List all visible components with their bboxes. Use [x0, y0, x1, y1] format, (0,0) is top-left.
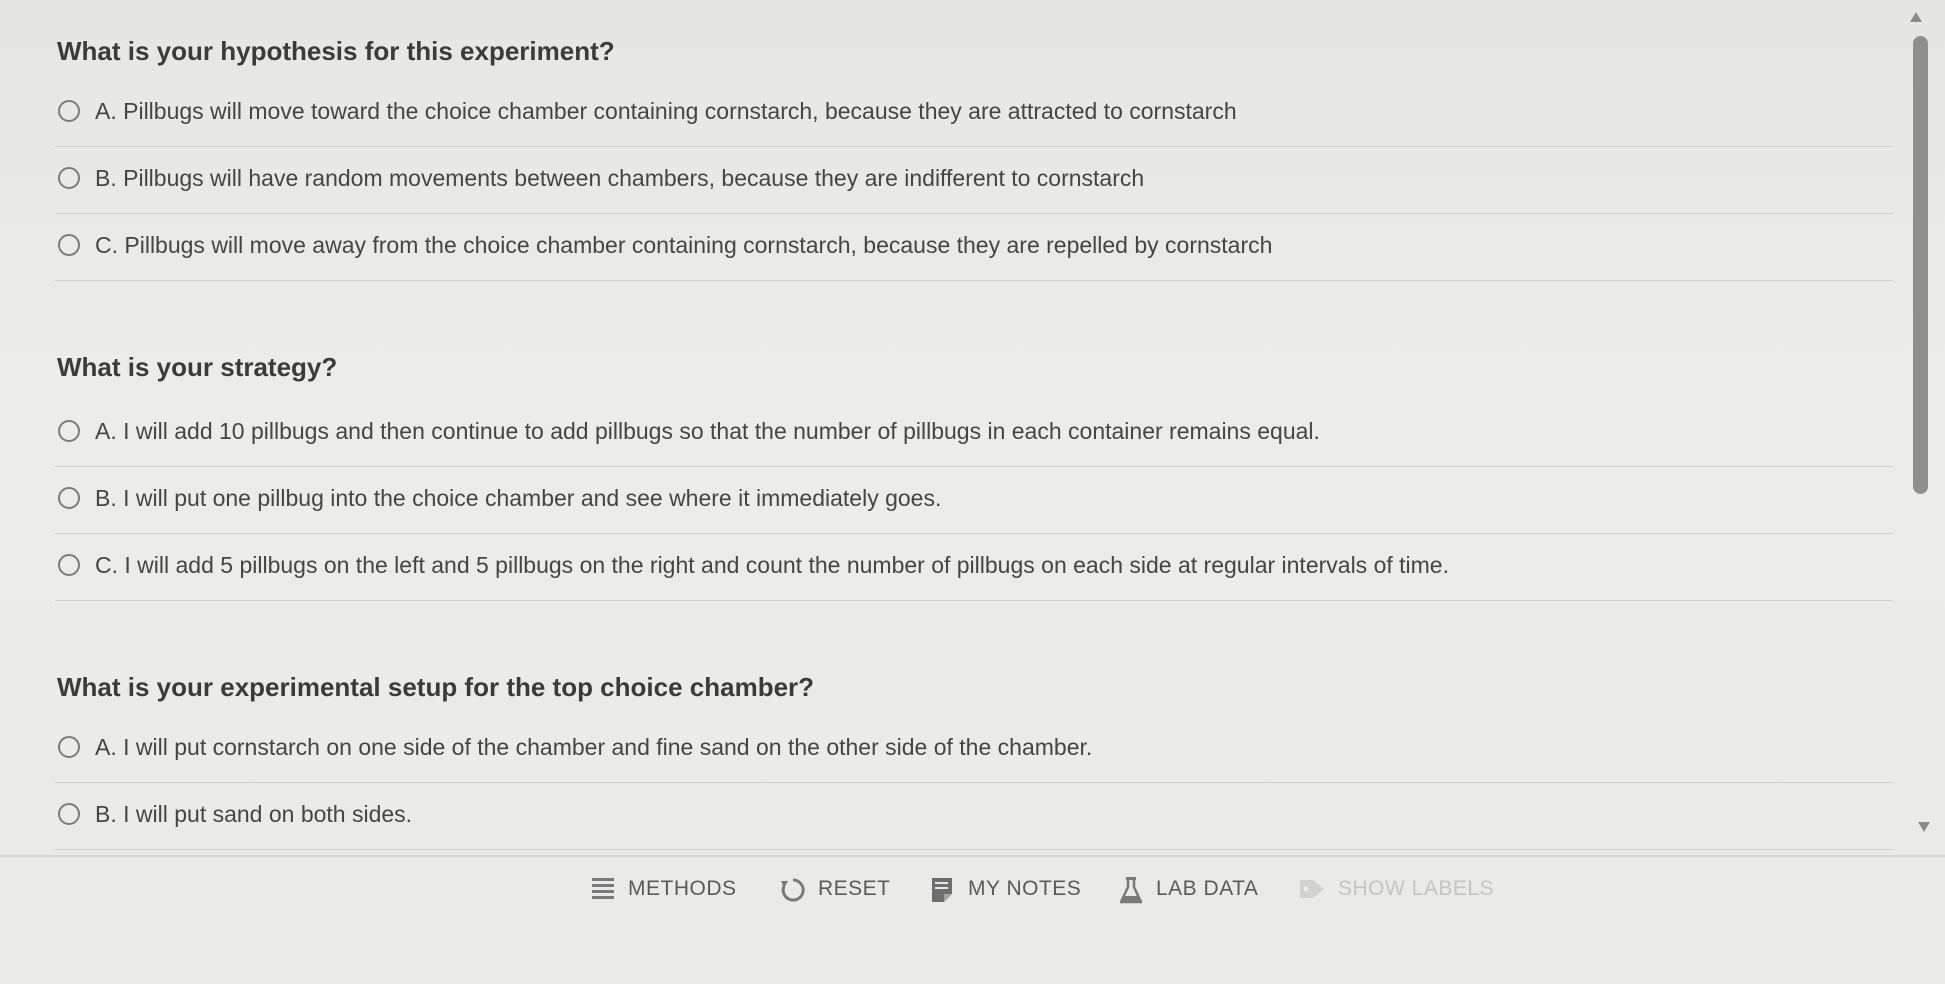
hypothesis-option-b[interactable]: B. Pillbugs will have random movements b…	[55, 147, 1893, 214]
list-icon	[592, 877, 614, 901]
scroll-up-arrow-icon[interactable]	[1910, 12, 1922, 22]
hypothesis-option-c[interactable]: C. Pillbugs will move away from the choi…	[55, 214, 1893, 281]
radio-button[interactable]	[58, 100, 80, 122]
strategy-option-c[interactable]: C. I will add 5 pillbugs on the left and…	[55, 534, 1893, 601]
option-label: B. I will put sand on both sides.	[95, 800, 413, 827]
bottom-toolbar: METHODS RESET MY NOTES LAB DATA SHOW LAB…	[0, 865, 1945, 915]
methods-button[interactable]: METHODS	[592, 865, 737, 913]
radio-button[interactable]	[58, 167, 80, 189]
option-label: B. I will put one pillbug into the choic…	[95, 484, 942, 511]
radio-button[interactable]	[58, 420, 80, 442]
option-label: C. I will add 5 pillbugs on the left and…	[95, 551, 1449, 578]
setup-option-a[interactable]: A. I will put cornstarch on one side of …	[55, 716, 1893, 783]
radio-button[interactable]	[58, 554, 80, 576]
reset-icon	[780, 877, 805, 902]
radio-button[interactable]	[58, 234, 80, 256]
hypothesis-question: What is your hypothesis for this experim…	[57, 36, 615, 66]
setup-question: What is your experimental setup for the …	[57, 672, 815, 702]
strategy-question: What is your strategy?	[57, 352, 338, 382]
flask-icon	[1119, 876, 1143, 904]
my-notes-label: MY NOTES	[968, 877, 1082, 900]
scrollbar-thumb[interactable]	[1913, 36, 1928, 494]
radio-button[interactable]	[58, 487, 80, 509]
option-label: A. Pillbugs will move toward the choice …	[95, 97, 1237, 124]
show-labels-button[interactable]: SHOW LABELS	[1298, 865, 1494, 913]
option-label: C. Pillbugs will move away from the choi…	[95, 231, 1273, 258]
radio-button[interactable]	[58, 736, 80, 758]
scroll-down-arrow-icon[interactable]	[1918, 822, 1930, 832]
questions-panel: What is your hypothesis for this experim…	[0, 0, 1900, 852]
tag-icon	[1298, 876, 1324, 902]
show-labels-label: SHOW LABELS	[1338, 877, 1495, 900]
setup-option-b[interactable]: B. I will put sand on both sides.	[55, 783, 1893, 850]
lab-page: What is your hypothesis for this experim…	[0, 0, 1945, 984]
reset-label: RESET	[818, 877, 891, 900]
my-notes-button[interactable]: MY NOTES	[930, 865, 1081, 913]
toolbar-divider	[0, 855, 1945, 857]
hypothesis-option-a[interactable]: A. Pillbugs will move toward the choice …	[55, 80, 1893, 147]
lab-data-button[interactable]: LAB DATA	[1119, 865, 1259, 913]
reset-button[interactable]: RESET	[780, 865, 891, 913]
strategy-option-a[interactable]: A. I will add 10 pillbugs and then conti…	[55, 400, 1893, 467]
strategy-option-b[interactable]: B. I will put one pillbug into the choic…	[55, 467, 1893, 534]
notes-icon	[930, 876, 954, 902]
lab-data-label: LAB DATA	[1156, 877, 1259, 900]
methods-label: METHODS	[628, 877, 737, 900]
radio-button[interactable]	[58, 803, 80, 825]
option-label: B. Pillbugs will have random movements b…	[95, 164, 1145, 191]
option-label: A. I will add 10 pillbugs and then conti…	[95, 417, 1320, 444]
option-label: A. I will put cornstarch on one side of …	[95, 733, 1093, 760]
